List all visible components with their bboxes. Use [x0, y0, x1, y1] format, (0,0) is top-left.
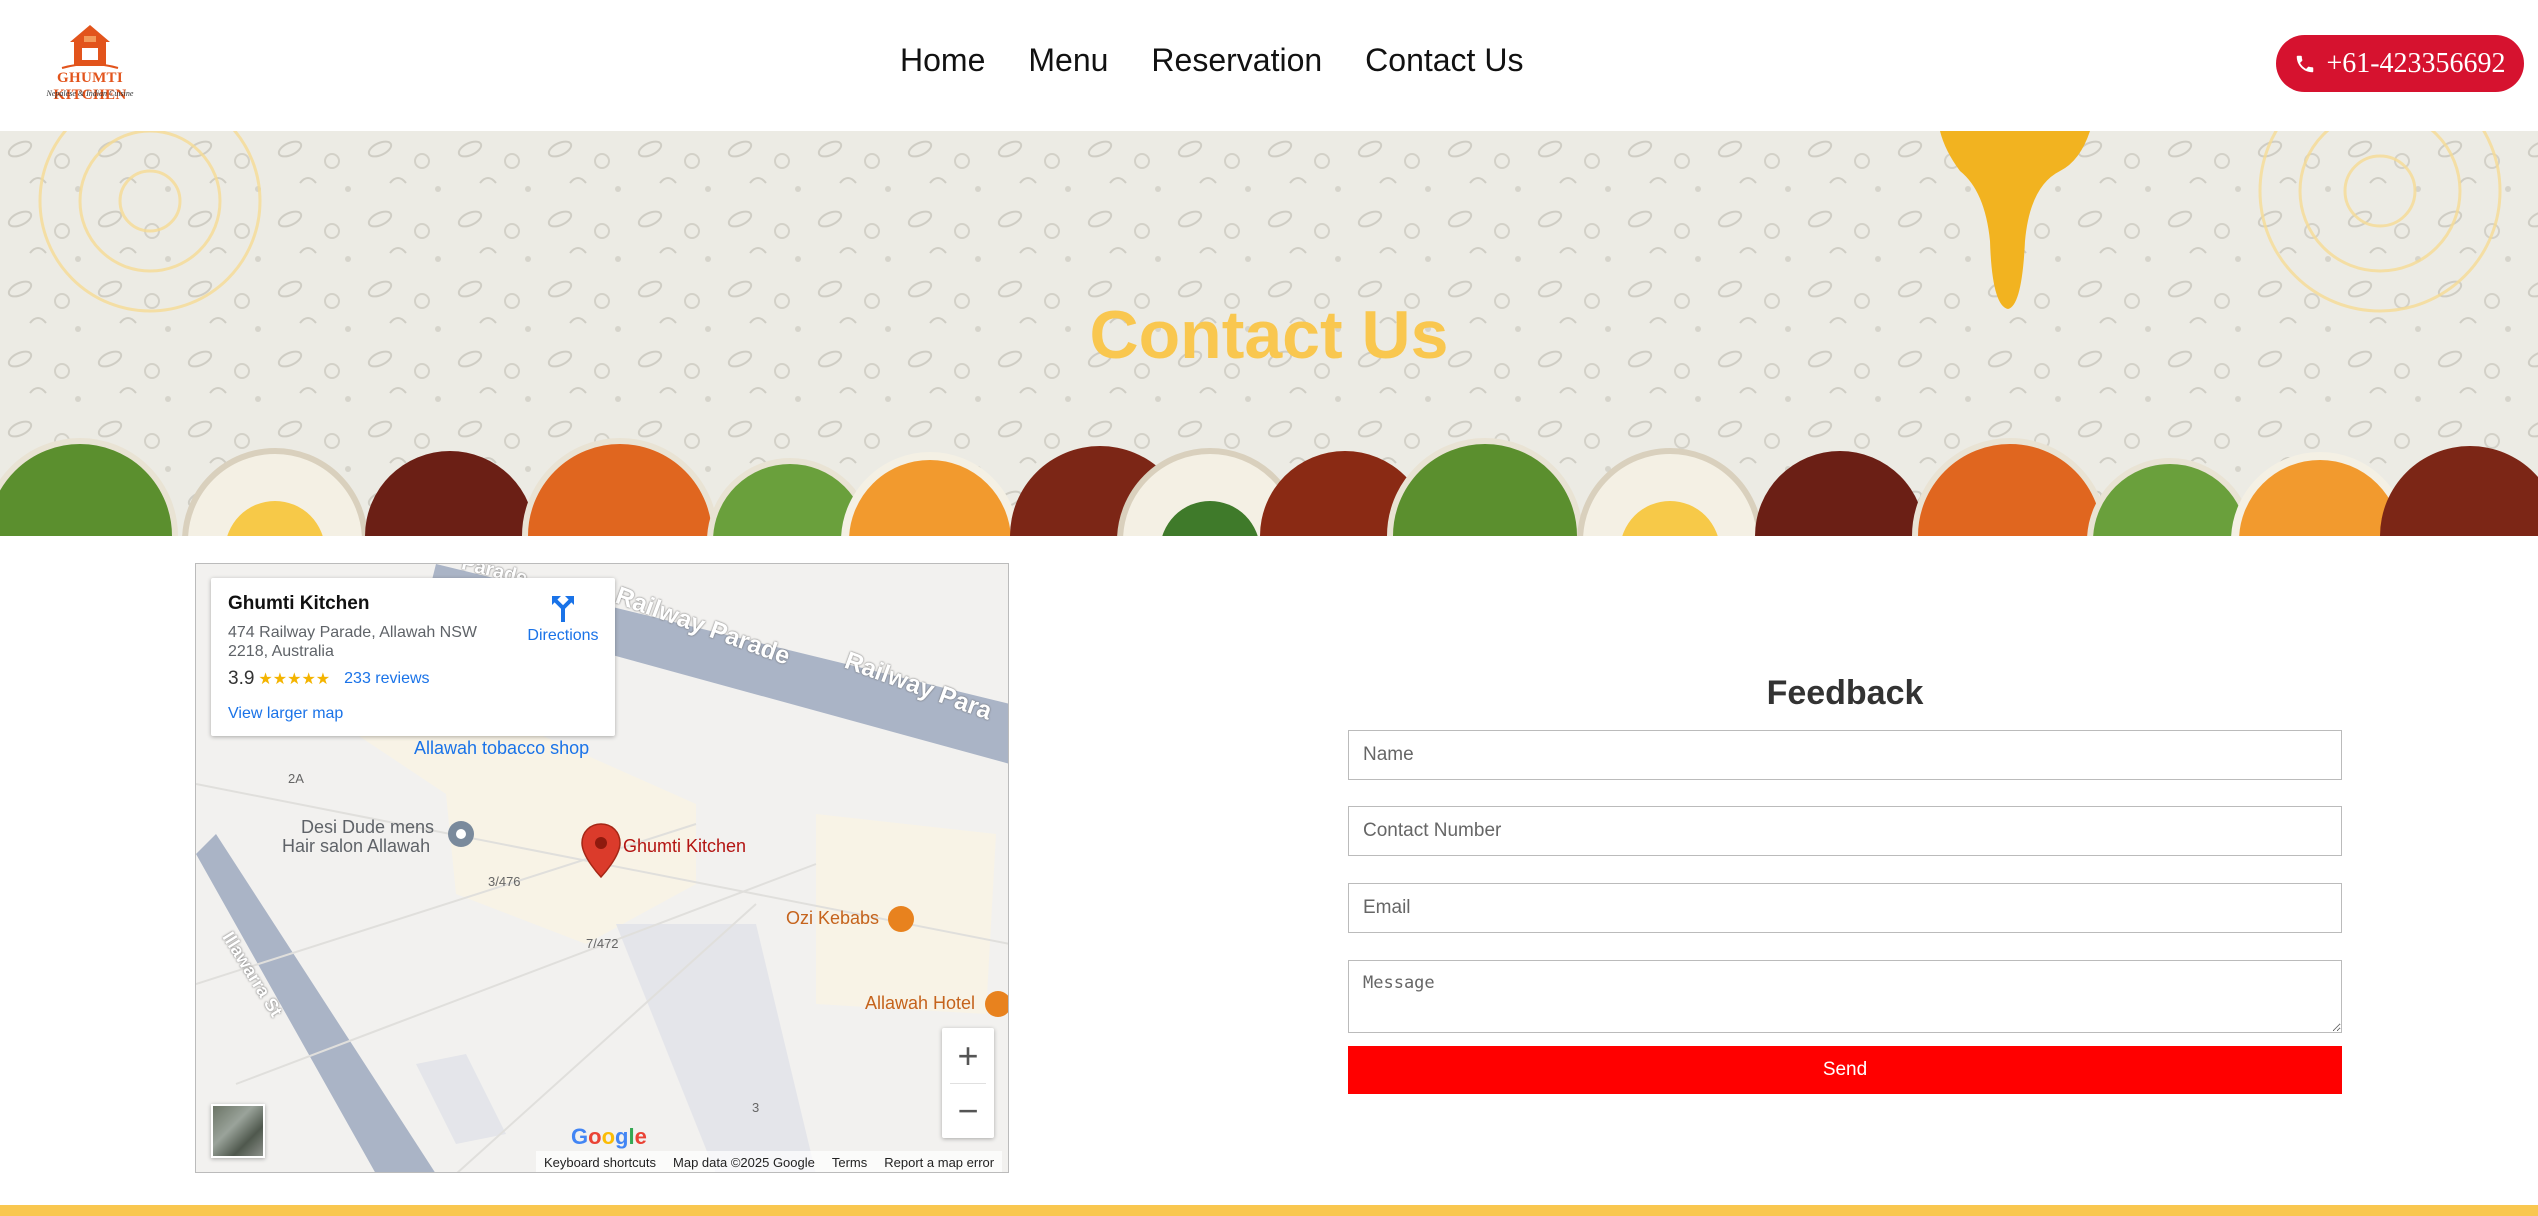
- allawah-hotel-label[interactable]: Allawah Hotel: [865, 993, 975, 1014]
- google-map[interactable]: Parade Railway Parade Railway Para Illaw…: [195, 563, 1009, 1173]
- zoom-out-button[interactable]: −: [942, 1083, 994, 1138]
- logo[interactable]: GHUMTI KITCHEN Nepalese & Indian Cuisine: [22, 22, 158, 104]
- contact-banner: Contact Us: [0, 131, 2538, 536]
- footer-accent-bar: [0, 1205, 2538, 1216]
- zoom-controls: + −: [942, 1028, 994, 1138]
- address-number-3476: 3/476: [488, 874, 521, 889]
- tobacco-shop-label[interactable]: Allawah tobacco shop: [414, 738, 589, 759]
- nav-contact-us[interactable]: Contact Us: [1365, 42, 1523, 79]
- logo-subtitle: Nepalese & Indian Cuisine: [46, 89, 134, 98]
- phone-button[interactable]: +61-423356692: [2276, 35, 2524, 92]
- main-nav: Home Menu Reservation Contact Us: [900, 42, 1523, 79]
- rating-stars-icon: ★★★★★: [258, 671, 331, 688]
- map-data-credit: Map data ©2025 Google: [673, 1154, 815, 1170]
- report-map-error-link[interactable]: Report a map error: [884, 1155, 994, 1170]
- logo-title: GHUMTI KITCHEN: [53, 70, 127, 103]
- ozi-kebabs-label[interactable]: Ozi Kebabs: [786, 908, 879, 929]
- satellite-toggle[interactable]: [211, 1104, 265, 1158]
- view-larger-map-link[interactable]: View larger map: [228, 705, 343, 723]
- message-textarea[interactable]: [1348, 960, 2342, 1033]
- send-button[interactable]: Send: [1348, 1046, 2342, 1094]
- place-info-card: Ghumti Kitchen 474 Railway Parade, Allaw…: [211, 578, 615, 736]
- address-number-2a: 2A: [288, 771, 304, 786]
- reviews-link[interactable]: 233 reviews: [344, 670, 429, 688]
- place-pin-label[interactable]: Ghumti Kitchen: [623, 836, 746, 857]
- rating-value: 3.9: [228, 668, 255, 689]
- address-number-3: 3: [752, 1100, 760, 1115]
- site-header: GHUMTI KITCHEN Nepalese & Indian Cuisine…: [0, 0, 2538, 131]
- email-input[interactable]: [1348, 883, 2342, 933]
- contact-number-input[interactable]: [1348, 806, 2342, 856]
- address-number-7472: 7/472: [586, 936, 619, 951]
- terms-link[interactable]: Terms: [832, 1155, 867, 1170]
- zoom-divider: [950, 1083, 986, 1084]
- nav-home[interactable]: Home: [900, 42, 985, 79]
- phone-number: +61-423356692: [2326, 47, 2506, 79]
- directions-icon: [552, 596, 574, 622]
- feedback-title: Feedback: [1766, 674, 1924, 712]
- nav-reservation[interactable]: Reservation: [1151, 42, 1322, 79]
- place-name: Ghumti Kitchen: [228, 593, 370, 614]
- page-title: Contact Us: [1089, 297, 1449, 373]
- google-logo: Google: [571, 1124, 647, 1149]
- nav-menu[interactable]: Menu: [1028, 42, 1108, 79]
- hair-salon-label-1[interactable]: Desi Dude mens: [301, 817, 434, 838]
- map-footer: Keyboard shortcuts Map data ©2025 Google…: [536, 1151, 1003, 1172]
- hair-salon-label-2[interactable]: Hair salon Allawah: [282, 836, 430, 857]
- directions-label: Directions: [527, 627, 599, 644]
- house-logo-icon: [61, 25, 119, 69]
- zoom-in-button[interactable]: +: [942, 1028, 994, 1083]
- directions-button[interactable]: Directions: [523, 594, 603, 645]
- name-input[interactable]: [1348, 730, 2342, 780]
- keyboard-shortcuts-link[interactable]: Keyboard shortcuts: [544, 1155, 656, 1170]
- phone-icon: [2297, 55, 2314, 72]
- place-rating: 3.9 ★★★★★ 233 reviews: [228, 668, 430, 690]
- place-address: 474 Railway Parade, Allawah NSW 2218, Au…: [228, 624, 478, 660]
